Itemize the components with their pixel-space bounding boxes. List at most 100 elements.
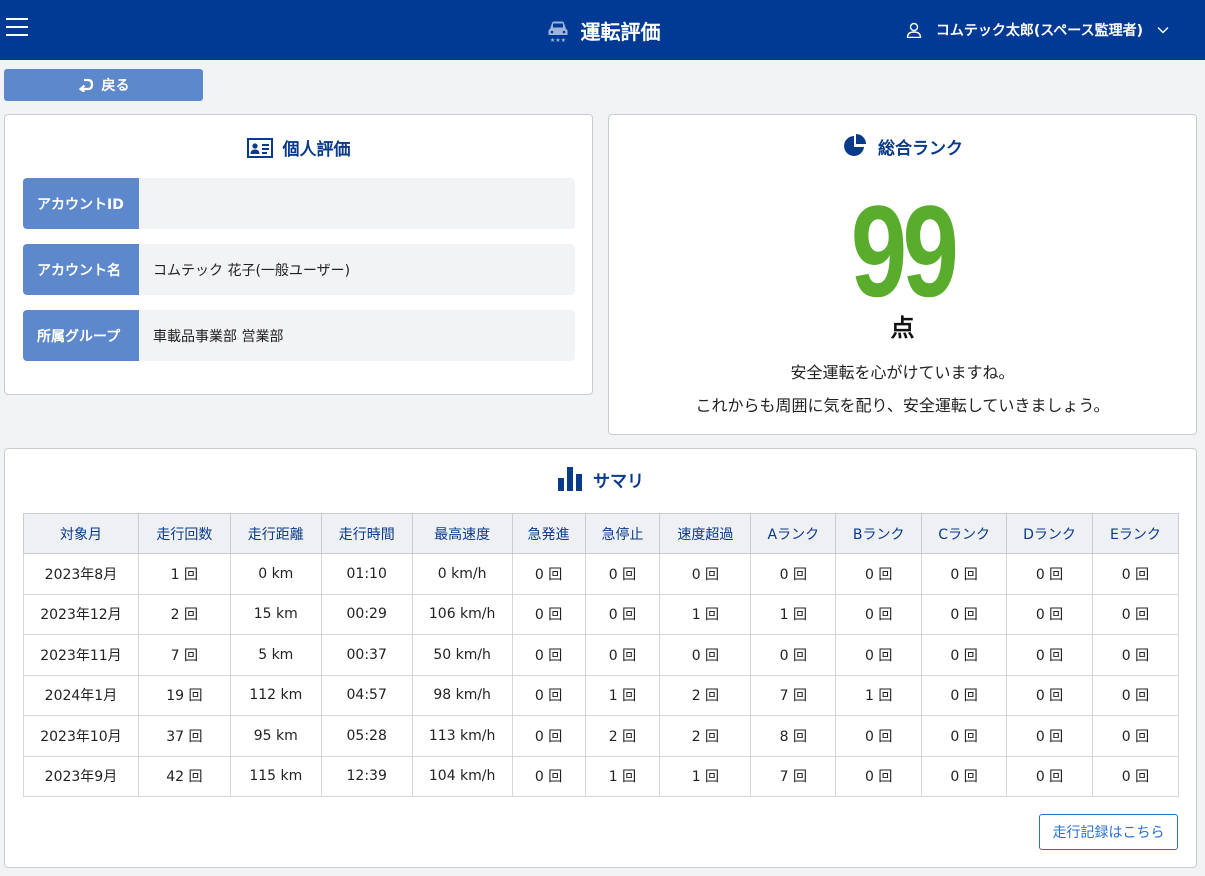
table-cell: 50 km/h (411, 634, 513, 676)
table-cell: 01:10 (320, 553, 413, 595)
table-cell: 115 km (229, 755, 322, 797)
table-cell: 2 回 (584, 715, 661, 757)
table-cell: 0 回 (511, 755, 586, 797)
table-cell: 0 回 (1091, 674, 1180, 716)
table-cell: 2 回 (659, 674, 752, 716)
table-cell: 0 回 (835, 755, 923, 797)
table-cell: 1 回 (584, 674, 661, 716)
table-cell: 04:57 (320, 674, 413, 716)
table-cell: 0 回 (921, 553, 1008, 595)
user-name: コムテック太郎(スペース監理者) (935, 23, 1143, 39)
table-cell: 8 回 (750, 715, 837, 757)
column-header: 走行回数 (137, 513, 231, 554)
hamburger-menu-icon[interactable] (6, 18, 28, 38)
table-row: 2023年11月 7 回5 km 00:37 50 km/h 0 回0 回0 回0 回0… (23, 634, 1180, 676)
rank-title: 総合ランク (609, 133, 1196, 159)
table-cell: 0 回 (1006, 755, 1093, 797)
top-bar: ★★★ 運転評価 コムテック太郎(スペース監理者) (0, 0, 1205, 60)
table-cell: 0 回 (835, 715, 923, 757)
table-cell: 106 km/h (411, 593, 513, 635)
summary-table-body: 2023年8月 1 回0 km 01:10 0 km/h 0 回0 回0 回0 回0 回… (23, 553, 1180, 797)
table-cell: 0 回 (511, 674, 586, 716)
table-row: 2023年9月 42 回 115 km 12:39 104 km/h 0 回1 回1 回7… (23, 755, 1180, 797)
table-cell: 0 回 (511, 553, 586, 595)
rank-title-text: 総合ランク (878, 138, 963, 159)
table-cell: 05:28 (320, 715, 413, 757)
table-cell: 0 回 (921, 755, 1008, 797)
table-cell: 2024年1月 (23, 674, 139, 716)
table-cell: 19 回 (137, 674, 231, 716)
table-cell: 0 回 (1006, 674, 1093, 716)
column-header: 急発進 (511, 513, 586, 554)
info-label: アカウントID (23, 178, 139, 229)
table-cell: 0 回 (750, 634, 837, 676)
pie-chart-icon (844, 134, 866, 156)
table-cell: 0 回 (1091, 715, 1180, 757)
table-cell: 0 回 (1091, 593, 1180, 635)
table-cell: 0 回 (1006, 715, 1093, 757)
table-cell: 1 回 (584, 755, 661, 797)
summary-card: サマリ 対象月 走行回数 走行距離 走行時間 最高速度 急発進 急停止 速度超過… (4, 448, 1197, 868)
table-cell: 0 回 (1006, 553, 1093, 595)
rank-message-line1: 安全運転を心がけていますね。 (790, 363, 1015, 382)
table-cell: 1 回 (137, 553, 231, 595)
table-cell: 0 回 (1006, 593, 1093, 635)
table-cell: 0 km (229, 553, 322, 595)
column-header: 急停止 (584, 513, 661, 554)
table-cell: 98 km/h (411, 674, 513, 716)
table-cell: 0 回 (921, 634, 1008, 676)
table-cell: 0 回 (921, 593, 1008, 635)
table-cell: 5 km (229, 634, 322, 676)
driving-record-link[interactable]: 走行記録はこちら (1039, 814, 1178, 850)
table-cell: 37 回 (137, 715, 231, 757)
back-button[interactable]: 戻る (4, 69, 203, 101)
table-cell: 112 km (229, 674, 322, 716)
table-cell: 2 回 (659, 715, 752, 757)
table-cell: 1 回 (659, 593, 752, 635)
rank-message-line2: これからも周囲に気を配り、安全運転していきましょう。 (695, 396, 1110, 415)
table-cell: 0 回 (1091, 755, 1180, 797)
table-cell: 0 回 (1091, 634, 1180, 676)
column-header: 対象月 (23, 513, 139, 554)
table-cell: 0 回 (835, 634, 923, 676)
table-row: 2023年8月 1 回0 km 01:10 0 km/h 0 回0 回0 回0 回0 回… (23, 553, 1180, 595)
column-header: 走行時間 (320, 513, 413, 554)
score-value: 99 (850, 178, 959, 324)
table-cell: 0 回 (584, 634, 661, 676)
info-label: アカウント名 (23, 244, 139, 295)
table-cell: 0 回 (584, 593, 661, 635)
personal-evaluation-card: 個人評価 アカウントID アカウント名 コムテック 花子(一般ユーザー) 所属グ… (4, 114, 593, 395)
return-arrow-icon (78, 78, 93, 92)
table-cell: 2023年10月 (23, 715, 139, 757)
table-cell: 0 回 (750, 553, 837, 595)
table-row: 2023年12月 2 回 15 km 00:29 106 km/h 0 回0 回1 回1 … (23, 593, 1180, 635)
table-header-row: 対象月 走行回数 走行距離 走行時間 最高速度 急発進 急停止 速度超過 Aラン… (23, 513, 1180, 554)
user-menu[interactable]: コムテック太郎(スペース監理者) (906, 0, 1169, 60)
summary-table: 対象月 走行回数 走行距離 走行時間 最高速度 急発進 急停止 速度超過 Aラン… (23, 513, 1180, 797)
account-id-row: アカウントID (23, 178, 575, 229)
column-header: Aランク (750, 513, 837, 554)
table-cell: 0 回 (659, 634, 752, 676)
info-value: 車載品事業部 営業部 (153, 328, 284, 345)
column-header: Eランク (1091, 513, 1180, 554)
table-cell: 0 回 (511, 715, 586, 757)
table-cell: 0 回 (511, 634, 586, 676)
summary-title: サマリ (5, 466, 1196, 492)
id-card-icon (246, 137, 273, 158)
table-cell: 0 回 (835, 553, 923, 595)
column-header: 走行距離 (229, 513, 322, 554)
table-cell: 7 回 (750, 755, 837, 797)
table-cell: 104 km/h (411, 755, 513, 797)
table-cell: 42 回 (137, 755, 231, 797)
account-name-row: アカウント名 コムテック 花子(一般ユーザー) (23, 244, 575, 295)
table-row: 2023年10月 37 回 95 km 05:28 113 km/h 0 回2 回2 回8… (23, 715, 1180, 757)
table-cell: 1 回 (750, 593, 837, 635)
back-label: 戻る (101, 78, 130, 94)
column-header: Dランク (1006, 513, 1093, 554)
table-cell: 2023年11月 (23, 634, 139, 676)
table-cell: 7 回 (750, 674, 837, 716)
user-icon (906, 22, 922, 38)
table-cell: 0 回 (1006, 634, 1093, 676)
table-cell: 12:39 (320, 755, 413, 797)
table-cell: 95 km (229, 715, 322, 757)
